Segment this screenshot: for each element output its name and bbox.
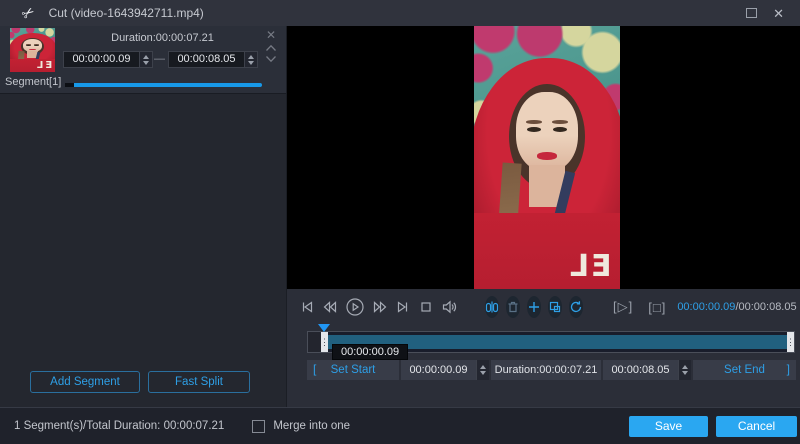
playhead-tooltip: 00:00:00.09	[332, 344, 409, 360]
trim-start-stepper[interactable]	[476, 360, 489, 380]
stepper-down-icon[interactable]	[248, 60, 254, 68]
trim-start-handle[interactable]	[321, 332, 328, 352]
segment-range-bar	[65, 83, 262, 87]
cut-dialog: ✂ Cut (video-1643942711.mp4) ✕ EL Durati…	[0, 0, 800, 444]
trim-bar: [ Set Start 00:00:00.09 Duration:00:00:0…	[307, 360, 796, 380]
stepper-down-icon[interactable]	[480, 371, 486, 378]
fast-split-button[interactable]: Fast Split	[148, 371, 250, 393]
merge-checkbox[interactable]	[252, 419, 266, 433]
total-time: /00:00:08.05	[735, 301, 797, 313]
stepper-up-icon[interactable]	[248, 52, 254, 59]
previous-frame-icon[interactable]	[299, 299, 315, 315]
merge-label: Merge into one	[273, 420, 351, 432]
volume-icon[interactable]	[441, 299, 459, 315]
segment-end-stepper[interactable]	[244, 52, 257, 67]
add-button[interactable]	[527, 296, 541, 318]
player-controls-panel: [▷] [□] 00:00:00.09/00:00:08.05 00:00:00…	[287, 289, 800, 407]
segment-row-controls: ✕	[265, 29, 277, 63]
video-art: EL	[474, 26, 620, 289]
time-display: 00:00:00.09/00:00:08.05	[677, 301, 796, 313]
set-start-label: Set Start	[330, 364, 376, 376]
split-button[interactable]	[485, 296, 499, 318]
start-bracket: [	[313, 362, 317, 376]
copy-button[interactable]	[548, 296, 562, 318]
delete-button[interactable]	[506, 296, 520, 318]
move-up-icon[interactable]	[265, 44, 277, 52]
merge-option[interactable]: Merge into one	[252, 419, 351, 433]
maximize-icon[interactable]	[746, 8, 758, 18]
segment-start-value[interactable]: 00:00:00.09	[64, 52, 139, 67]
stepper-down-icon[interactable]	[682, 371, 688, 378]
stop-icon[interactable]	[418, 299, 434, 315]
trim-start-input[interactable]: 00:00:00.09	[401, 360, 489, 380]
stepper-down-icon[interactable]	[143, 60, 149, 68]
trim-start-value[interactable]: 00:00:00.09	[401, 364, 476, 376]
window-title: Cut (video-1643942711.mp4)	[48, 6, 204, 20]
trim-end-stepper[interactable]	[678, 360, 691, 380]
play-segment-button[interactable]: [▷]	[613, 299, 633, 315]
trim-end-handle[interactable]	[787, 332, 794, 352]
segment-name-label: Segment[1]	[5, 76, 62, 88]
current-time: 00:00:00.09	[677, 301, 736, 313]
stepper-up-icon[interactable]	[682, 362, 688, 369]
save-button[interactable]: Save	[629, 415, 708, 437]
shirt-letters: EL	[567, 248, 612, 284]
segment-thumbnail[interactable]: EL	[10, 28, 55, 72]
titlebar: ✂ Cut (video-1643942711.mp4) ✕	[0, 0, 800, 26]
segment-start-input[interactable]: 00:00:00.09	[63, 51, 153, 68]
end-bracket: ]	[786, 362, 790, 376]
face	[516, 91, 578, 171]
stop-segment-button[interactable]: [□]	[648, 300, 666, 315]
add-segment-button[interactable]: Add Segment	[30, 371, 140, 393]
trim-duration: Duration:00:00:07.21	[491, 360, 601, 380]
playhead-marker[interactable]	[318, 324, 330, 332]
trim-end-input[interactable]: 00:00:08.05	[603, 360, 691, 380]
next-frame-icon[interactable]	[395, 299, 411, 315]
rewind-icon[interactable]	[322, 299, 338, 315]
stepper-up-icon[interactable]	[480, 362, 486, 369]
segment-end-value[interactable]: 00:00:08.05	[169, 52, 244, 67]
range-dash: —	[154, 53, 165, 65]
shirt-letters: EL	[35, 60, 53, 72]
video-frame: EL	[474, 26, 620, 289]
trim-duration-label: Duration:00:00:07.21	[494, 364, 598, 376]
reset-button[interactable]	[569, 296, 583, 318]
segment-panel: EL Duration:00:00:07.21 00:00:00.09 — 00…	[0, 26, 287, 407]
segment-row[interactable]: EL Duration:00:00:07.21 00:00:00.09 — 00…	[0, 26, 286, 94]
video-preview[interactable]: EL	[287, 26, 800, 289]
cancel-button[interactable]: Cancel	[716, 415, 797, 437]
set-end-label: Set End	[724, 364, 765, 376]
remove-segment-icon[interactable]: ✕	[266, 29, 276, 41]
segment-summary: 1 Segment(s)/Total Duration: 00:00:07.21	[14, 420, 225, 432]
set-start-button[interactable]: [ Set Start	[307, 360, 399, 380]
trim-end-value[interactable]: 00:00:08.05	[603, 364, 678, 376]
footer-bar: 1 Segment(s)/Total Duration: 00:00:07.21…	[0, 407, 800, 444]
segment-start-stepper[interactable]	[139, 52, 152, 67]
segment-thumbnail-art: EL	[10, 28, 55, 72]
play-icon[interactable]	[345, 297, 365, 317]
move-down-icon[interactable]	[265, 55, 277, 63]
segment-end-input[interactable]: 00:00:08.05	[168, 51, 258, 68]
transport-bar: [▷] [□] 00:00:00.09/00:00:08.05	[299, 295, 797, 319]
fast-forward-icon[interactable]	[372, 299, 388, 315]
stepper-up-icon[interactable]	[143, 52, 149, 59]
window-controls: ✕	[746, 7, 784, 20]
segment-duration-label: Duration:00:00:07.21	[111, 32, 214, 44]
set-end-button[interactable]: Set End ]	[693, 360, 796, 380]
scissors-icon: ✂	[18, 2, 39, 24]
close-icon[interactable]: ✕	[773, 7, 784, 20]
